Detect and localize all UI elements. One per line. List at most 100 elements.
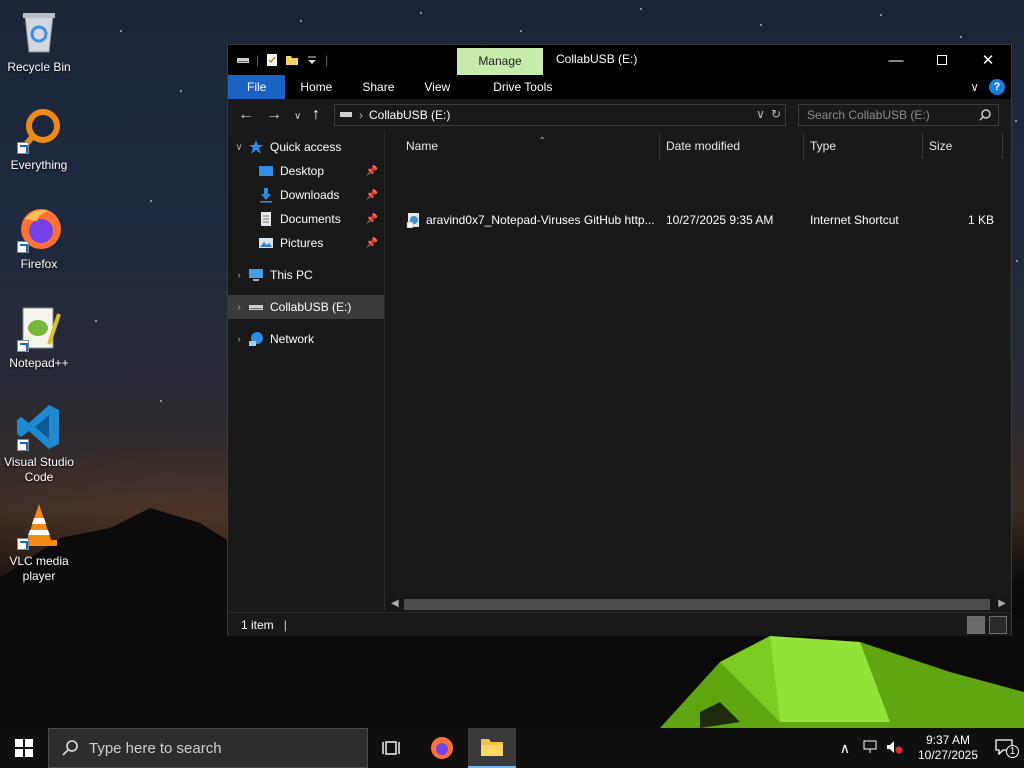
desktop-icon-vlc[interactable]: VLC media player [0, 502, 78, 584]
maximize-button[interactable] [919, 45, 965, 75]
action-center-button[interactable]: 1 [984, 738, 1024, 758]
minimize-button[interactable]: — [873, 45, 919, 75]
clock-date: 10/27/2025 [917, 748, 979, 762]
forward-arrow-icon[interactable]: → [266, 107, 282, 123]
breadcrumb-current[interactable]: CollabUSB (E:) [369, 108, 450, 122]
nav-quick-access[interactable]: ∨ Quick access [228, 135, 384, 159]
vlc-cone-icon [15, 502, 63, 550]
network-icon [248, 331, 264, 347]
clock-time: 9:37 AM [925, 733, 971, 747]
shortcut-arrow-icon [17, 340, 29, 352]
refresh-icon[interactable]: ↻ [771, 107, 781, 121]
pin-icon[interactable]: 📌 [366, 190, 378, 201]
notification-badge: 1 [1006, 744, 1019, 758]
desktop-icon-notepadpp[interactable]: Notepad++ [0, 304, 78, 371]
help-icon[interactable]: ? [989, 79, 1005, 95]
window-title: CollabUSB (E:) [556, 52, 638, 66]
up-arrow-icon[interactable]: ↑ [312, 107, 320, 123]
pin-icon[interactable]: 📌 [366, 238, 378, 249]
search-icon [978, 108, 992, 128]
breadcrumb-chevron-icon[interactable]: › [359, 108, 363, 122]
desktop-icon-label: Everything [10, 158, 68, 172]
tent-illustration [660, 636, 1024, 728]
star-icon [248, 139, 264, 155]
table-row[interactable]: aravind0x7_Notepad-Viruses GitHub http..… [400, 209, 1004, 231]
tab-view[interactable]: View [409, 75, 465, 99]
toolbar-separator: | [325, 53, 329, 67]
large-icons-view-icon[interactable] [989, 616, 1007, 634]
title-bar[interactable]: | | Manage CollabUSB (E:) — ✕ [228, 45, 1011, 75]
shortcut-arrow-icon [17, 538, 29, 550]
shortcut-arrow-icon [17, 439, 29, 451]
expand-chevron-icon[interactable]: › [230, 334, 248, 345]
network-status-icon[interactable] [862, 740, 878, 757]
collapse-chevron-icon[interactable]: ∨ [230, 142, 248, 153]
search-icon [62, 740, 78, 756]
expand-chevron-icon[interactable]: › [230, 270, 248, 281]
taskbar-file-explorer[interactable] [468, 728, 516, 768]
ribbon-tabs: File Home Share View Drive Tools ∨ ? [228, 75, 1011, 99]
column-header-name[interactable]: ⌃ Name [400, 133, 660, 159]
taskbar-search-box[interactable]: Type here to search [48, 728, 368, 768]
search-field[interactable]: Search CollabUSB (E:) [798, 104, 999, 126]
recent-locations-chevron-icon[interactable]: ∨ [294, 109, 301, 125]
address-box[interactable]: › CollabUSB (E:) ∨ ↻ [334, 104, 786, 126]
desktop-icon-recycle-bin[interactable]: Recycle Bin [0, 8, 78, 75]
tab-drive-tools[interactable]: Drive Tools [465, 75, 567, 99]
close-button[interactable]: ✕ [965, 45, 1011, 75]
horizontal-scrollbar[interactable]: ◀ ▶ [386, 596, 1011, 612]
nav-desktop[interactable]: Desktop 📌 [228, 159, 384, 183]
taskbar-firefox[interactable] [418, 728, 466, 768]
column-header-type[interactable]: Type [804, 133, 923, 159]
desktop-icon-label: Notepad++ [9, 356, 69, 370]
notepadpp-icon [15, 304, 63, 352]
pin-icon[interactable]: 📌 [366, 214, 378, 225]
pictures-icon [258, 235, 274, 251]
column-header-size[interactable]: Size [923, 133, 1003, 159]
nav-network[interactable]: › Network [228, 327, 384, 351]
customize-toolbar-dropdown-icon[interactable] [305, 53, 319, 67]
drive-icon[interactable] [236, 53, 250, 67]
tab-share[interactable]: Share [347, 75, 409, 99]
show-hidden-icons-chevron-icon[interactable]: ∧ [840, 740, 850, 757]
desktop-icon-everything[interactable]: Everything [0, 106, 78, 173]
close-icon: ✕ [981, 52, 995, 69]
nav-downloads[interactable]: Downloads 📌 [228, 183, 384, 207]
desktop-icon-firefox[interactable]: Firefox [0, 205, 78, 272]
folder-icon [481, 739, 503, 756]
desktop-icon-vscode[interactable]: Visual Studio Code [0, 403, 78, 485]
tab-home[interactable]: Home [285, 75, 347, 99]
expand-ribbon-chevron-icon[interactable]: ∨ [970, 80, 979, 94]
clock[interactable]: 9:37 AM 10/27/2025 [912, 733, 984, 763]
file-size: 1 KB [967, 213, 994, 227]
properties-icon[interactable] [265, 53, 279, 67]
nav-label: Quick access [270, 140, 342, 154]
volume-muted-icon[interactable] [886, 740, 904, 757]
nav-label: Desktop [280, 164, 325, 178]
new-folder-icon[interactable] [285, 53, 299, 67]
scroll-right-arrow-icon[interactable]: ▶ [998, 596, 1006, 612]
minimize-icon: — [888, 51, 904, 69]
internet-shortcut-icon [406, 212, 422, 231]
pin-icon[interactable]: 📌 [366, 166, 378, 177]
shortcut-arrow-icon [17, 142, 29, 154]
desktop-icon-label: VLC media player [9, 554, 69, 583]
nav-pictures[interactable]: Pictures 📌 [228, 231, 384, 255]
scrollbar-thumb[interactable] [404, 599, 990, 610]
nav-collabusb[interactable]: › CollabUSB (E:) [228, 295, 384, 319]
details-view-icon[interactable] [967, 616, 985, 634]
nav-label: CollabUSB (E:) [270, 300, 352, 314]
nav-label: Network [270, 332, 315, 346]
tab-file[interactable]: File [228, 75, 286, 99]
start-button[interactable] [0, 728, 48, 768]
nav-documents[interactable]: Documents 📌 [228, 207, 384, 231]
manage-contextual-tab[interactable]: Manage [457, 48, 543, 75]
column-header-date[interactable]: Date modified [660, 133, 804, 159]
windows-logo-icon [15, 739, 33, 757]
expand-chevron-icon[interactable]: › [230, 302, 248, 313]
nav-this-pc[interactable]: › This PC [228, 263, 384, 287]
back-arrow-icon[interactable]: ← [238, 107, 254, 123]
task-view-button[interactable] [368, 728, 416, 768]
scroll-left-arrow-icon[interactable]: ◀ [391, 596, 399, 612]
address-history-chevron-icon[interactable]: ∨ [756, 107, 765, 121]
